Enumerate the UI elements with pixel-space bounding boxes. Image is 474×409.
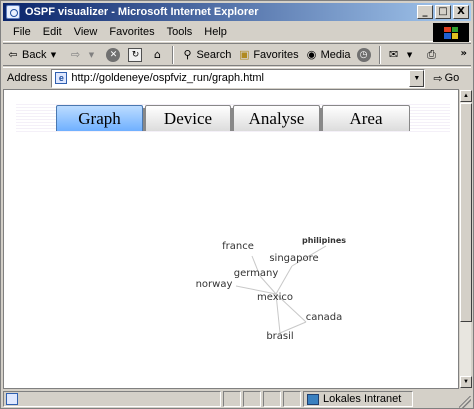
graph-edge-singapore-mexico <box>275 265 293 295</box>
forward-arrow-icon: ⇨ <box>70 48 81 61</box>
status-pane <box>283 391 301 407</box>
history-button[interactable]: ◷ <box>354 44 376 65</box>
chevron-down-icon[interactable]: ▼ <box>403 48 417 62</box>
browser-window: OSPF visualizer - Microsoft Internet Exp… <box>0 0 474 409</box>
windows-logo <box>433 23 469 42</box>
window-title: OSPF visualizer - Microsoft Internet Exp… <box>25 6 259 18</box>
graph-node-france[interactable]: france <box>222 241 254 252</box>
mail-button[interactable]: ✉ ▼ <box>384 44 422 65</box>
status-bar: Lokales Intranet <box>3 390 471 408</box>
favorites-label: Favorites <box>253 48 299 61</box>
search-label: Search <box>196 48 232 61</box>
status-pane <box>223 391 241 407</box>
chevron-down-icon[interactable]: ▼ <box>84 48 98 62</box>
home-button[interactable]: ⌂ <box>147 44 169 65</box>
graph-node-germany[interactable]: germany <box>234 268 279 279</box>
scroll-down-icon[interactable]: ▼ <box>460 376 472 388</box>
toolbar-overflow-icon[interactable]: » <box>461 48 467 59</box>
search-icon: ⚲ <box>183 48 192 61</box>
refresh-button[interactable]: ↻ <box>125 44 147 65</box>
menu-edit[interactable]: Edit <box>37 26 68 38</box>
scroll-up-icon[interactable]: ▲ <box>460 90 472 102</box>
history-icon: ◷ <box>356 47 371 62</box>
media-label: Media <box>320 48 351 61</box>
media-button[interactable]: ◉ Media <box>302 44 354 65</box>
toolbar-separator <box>378 45 381 64</box>
menu-view[interactable]: View <box>68 26 104 38</box>
toolbar-separator <box>172 45 175 64</box>
chevron-down-icon[interactable]: ▼ <box>46 48 60 62</box>
stop-button[interactable]: ✕ <box>103 44 125 65</box>
go-arrow-icon: ⇨ <box>433 71 443 85</box>
stop-icon: ✕ <box>106 47 121 62</box>
page-icon: e <box>55 72 68 84</box>
zone-label: Lokales Intranet <box>323 393 402 405</box>
graph-node-canada[interactable]: canada <box>306 312 343 323</box>
back-button[interactable]: ⇦ Back ▼ <box>3 44 65 65</box>
graph-node-mexico[interactable]: mexico <box>257 292 293 303</box>
address-dropdown-icon[interactable]: ▼ <box>409 69 425 87</box>
status-pane <box>243 391 261 407</box>
print-button[interactable]: ⎙ <box>422 44 444 65</box>
go-button[interactable]: ⇨ Go <box>433 72 459 85</box>
go-label: Go <box>444 72 460 84</box>
vertical-scrollbar[interactable]: ▲ ▼ <box>459 89 472 389</box>
title-bar[interactable]: OSPF visualizer - Microsoft Internet Exp… <box>3 3 471 21</box>
menu-file[interactable]: File <box>7 26 37 38</box>
scroll-thumb[interactable] <box>460 103 472 322</box>
network-graph[interactable]: france philipines singapore germanynorway me… <box>4 90 459 389</box>
back-label: Back <box>22 48 47 61</box>
security-zone: Lokales Intranet <box>303 391 413 407</box>
ie-icon <box>6 5 20 19</box>
menu-tools[interactable]: Tools <box>161 26 199 38</box>
graph-node-brasil[interactable]: brasil <box>266 331 293 342</box>
address-label: Address <box>7 72 48 84</box>
mail-icon: ✉ <box>388 48 399 61</box>
refresh-icon: ↻ <box>128 47 143 62</box>
graph-node-philipines[interactable]: philipines <box>302 236 346 245</box>
status-main-pane <box>3 391 221 407</box>
minimize-button[interactable]: _ <box>417 5 433 19</box>
search-button[interactable]: ⚲ Search <box>177 44 234 65</box>
page-status-icon <box>6 393 18 405</box>
back-arrow-icon: ⇦ <box>8 48 18 61</box>
intranet-zone-icon <box>307 393 319 405</box>
menu-bar: File Edit View Favorites Tools Help <box>3 23 471 42</box>
media-icon: ◉ <box>306 48 317 61</box>
graph-node-singapore[interactable]: singapore <box>269 253 318 264</box>
favorites-folder-icon: ▣ <box>239 48 250 61</box>
graph-node-norway[interactable]: norway <box>196 279 233 290</box>
favorites-button[interactable]: ▣ Favorites <box>234 44 301 65</box>
forward-button[interactable]: ⇨ ▼ <box>65 44 103 65</box>
menu-help[interactable]: Help <box>198 26 233 38</box>
home-icon: ⌂ <box>153 48 161 61</box>
standard-toolbar: ⇦ Back ▼ ⇨ ▼ ✕ ↻ ⌂ ⚲ Search ▣ Favorites … <box>3 43 471 66</box>
maximize-button[interactable]: □ <box>435 5 451 19</box>
address-url[interactable]: http://goldeneye/ospfviz_run/graph.html <box>71 72 264 84</box>
address-input[interactable]: e http://goldeneye/ospfviz_run/graph.htm… <box>51 68 426 88</box>
windows-flag-icon <box>444 26 458 39</box>
page-content: Graph Device Analyse Area france philipin… <box>3 89 459 389</box>
resize-grip-icon[interactable] <box>459 396 471 408</box>
window-controls: _ □ X <box>417 5 469 19</box>
address-bar: Address e http://goldeneye/ospfviz_run/g… <box>3 67 471 88</box>
print-icon: ⎙ <box>427 47 436 61</box>
close-button[interactable]: X <box>453 5 469 19</box>
menu-favorites[interactable]: Favorites <box>103 26 160 38</box>
status-pane <box>263 391 281 407</box>
